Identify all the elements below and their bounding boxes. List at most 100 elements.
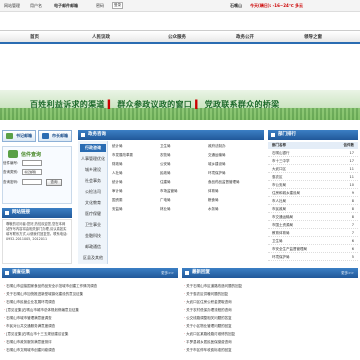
list-item[interactable]: 石嘴山市政务服务满意度测评: [4, 338, 52, 346]
mayor-mailbox-button[interactable]: 市长邮箱: [38, 130, 72, 142]
category-item[interactable]: 城乡建设: [80, 166, 106, 174]
nav-item-leaders[interactable]: 领导之窗: [304, 34, 322, 40]
department-link[interactable]: 市发展改革委: [112, 153, 133, 158]
table-row[interactable]: 环境保护局 5: [268, 254, 358, 261]
rank-name: 市公安局: [272, 183, 286, 187]
department-link[interactable]: 审计局: [112, 189, 123, 194]
table-row[interactable]: 市人社局 8: [268, 198, 358, 205]
table-row[interactable]: 市民政局 8: [268, 206, 358, 213]
rank-count: 6: [351, 247, 354, 251]
list-item[interactable]: 关于惠农区供暖问题的回复: [184, 290, 228, 298]
table-row[interactable]: 市公安局 10: [268, 182, 358, 189]
list-item[interactable]: 平罗县城乡居民医保缴费咨询: [184, 338, 232, 346]
nav-item-government-affairs[interactable]: 政务公开: [236, 34, 254, 40]
category-item[interactable]: 邮政通信: [80, 243, 106, 251]
table-row[interactable]: 市国土资源局 7: [268, 222, 358, 229]
replies-more-link[interactable]: 更多>>: [341, 268, 354, 278]
category-item[interactable]: 卫生事业: [80, 221, 106, 229]
slogan-c: 党政联系群众的桥梁: [204, 100, 280, 109]
department-link[interactable]: 体育局: [208, 189, 219, 194]
list-item[interactable]: 关于小区物业管理问题的回复: [184, 322, 232, 330]
list-item[interactable]: [意见征集]石嘴山市城市总体规划修编意见征集: [4, 306, 79, 314]
rank-name: 大武口区: [272, 167, 286, 171]
department-link[interactable]: 林业局: [160, 207, 171, 212]
category-item[interactable]: 金融科技: [80, 232, 106, 240]
list-item[interactable]: 关于市区停车收费标准的回复: [184, 346, 232, 354]
survey-title: 调查征集: [12, 270, 30, 275]
table-row[interactable]: 市安全生产监督管理局 6: [268, 246, 358, 253]
table-row[interactable]: 市交通运输局 8: [268, 214, 358, 221]
category-item[interactable]: 社会事务: [80, 177, 106, 185]
department-link[interactable]: 统计局: [112, 144, 123, 149]
table-row[interactable]: 住房和城乡建设局 9: [268, 190, 358, 197]
department-link[interactable]: 交通运输局: [208, 153, 226, 158]
category-item[interactable]: 医疗保健: [80, 210, 106, 218]
ranking-table-header: 部门名称 信件数: [268, 142, 358, 149]
letter-password-input[interactable]: [22, 179, 42, 185]
ranking-col-count: 信件数: [343, 143, 355, 147]
list-item[interactable]: [意见征集]石嘴山市十三五规划建议征集: [4, 330, 68, 338]
rank-name: 环境保护局: [272, 255, 290, 259]
table-row[interactable]: 卫生局 6: [268, 238, 358, 245]
ranking-col-name: 部门名称: [272, 143, 286, 147]
category-item[interactable]: 文化教育: [80, 199, 106, 207]
letter-search-button[interactable]: 查询: [46, 179, 62, 186]
category-item[interactable]: 区县及其他: [80, 254, 106, 262]
list-item[interactable]: 市民对公共交通服务满意度调查: [4, 322, 55, 330]
department-link[interactable]: 广电局: [160, 198, 171, 203]
department-link[interactable]: 水务局: [208, 207, 219, 212]
table-row[interactable]: 教育体育局 7: [268, 230, 358, 237]
secretary-mailbox-button[interactable]: 书记邮箱: [2, 130, 36, 142]
survey-more-link[interactable]: 更多>>: [161, 268, 174, 278]
category-item[interactable]: 公检法司: [80, 188, 106, 196]
department-link[interactable]: 统计局: [112, 180, 123, 185]
department-link[interactable]: 民政局: [160, 171, 171, 176]
weather-text: 今天(晴日): -16~24℃ 多云: [250, 3, 304, 8]
department-link[interactable]: 城乡建设局: [208, 162, 226, 167]
department-link[interactable]: 住建局: [160, 180, 171, 185]
department-link[interactable]: 财政局: [112, 162, 123, 167]
replies-title: 最新回复: [192, 270, 210, 275]
ranking-header: 部门排行: [268, 130, 358, 140]
rank-name: 卫生局: [272, 239, 283, 243]
list-item[interactable]: 石嘴山市文明城市创建问卷调查: [4, 346, 55, 354]
rank-name: 市十三中学: [272, 159, 290, 163]
list-item[interactable]: 关于石嘴山市区道路改造问题的回复: [184, 282, 242, 290]
category-item[interactable]: 行政咨询: [80, 144, 106, 152]
department-link[interactable]: 环境保护局: [208, 171, 226, 176]
list-item[interactable]: 石嘴山市城市管理满意度调查: [4, 314, 52, 322]
list-item[interactable]: 关于石嘴山市加快推进新型城镇化建设的意见征集: [4, 290, 83, 298]
department-link[interactable]: 国资委: [112, 198, 123, 203]
login-button[interactable]: 登录: [112, 2, 123, 9]
department-link[interactable]: 安监局: [112, 207, 123, 212]
department-link[interactable]: 人社局: [112, 171, 123, 176]
list-item[interactable]: 大武口区住房公积金提取咨询: [184, 298, 232, 306]
table-row[interactable]: 大武口区 11: [268, 166, 358, 173]
list-item[interactable]: 公交线路调整相关问题的答复: [184, 314, 232, 322]
list-item[interactable]: 石嘴山市迎接国家食品药品安全示范城市创建工作情况调查: [4, 282, 97, 290]
list-item[interactable]: 大武口区某路段路灯维修的回复: [184, 330, 235, 338]
department-link[interactable]: 粮食局: [208, 198, 219, 203]
nav-item-home[interactable]: 首页: [30, 34, 39, 40]
nav-item-deliberation[interactable]: 人民议政: [92, 34, 110, 40]
department-link[interactable]: 农牧局: [160, 153, 171, 158]
department-link[interactable]: 卫生局: [160, 144, 171, 149]
list-item[interactable]: 石嘴山市民营企业发展环境调查: [4, 298, 55, 306]
letter-type-select[interactable]: 书记邮箱: [22, 169, 42, 175]
category-item[interactable]: 人事管理优化: [80, 155, 106, 163]
contact-body: 尊敬的访问者:您好,热忱欢迎您,您在本网站所写内容将由相关部门办理,请认真如实填…: [2, 219, 72, 264]
letter-code-input[interactable]: [22, 160, 42, 166]
rank-name: 市国土资源局: [272, 223, 293, 227]
department-link[interactable]: 市场监管局: [160, 189, 178, 194]
table-row[interactable]: 石嘴山银行 17: [268, 150, 358, 157]
nav-item-public-service[interactable]: 公众服务: [168, 34, 186, 40]
rank-count: 17: [349, 151, 354, 155]
department-link[interactable]: 公安局: [160, 162, 171, 167]
rank-name: 住房和城乡建设局: [272, 191, 300, 195]
list-item[interactable]: 关于农村低保办理流程的咨询: [184, 306, 232, 314]
site-admin-link[interactable]: 网站管理: [4, 3, 20, 8]
table-row[interactable]: 惠农区 11: [268, 174, 358, 181]
department-link[interactable]: 政府法制办: [208, 144, 226, 149]
table-row[interactable]: 市十三中学 17: [268, 158, 358, 165]
department-link[interactable]: 食品药品监督管理局: [208, 180, 240, 185]
